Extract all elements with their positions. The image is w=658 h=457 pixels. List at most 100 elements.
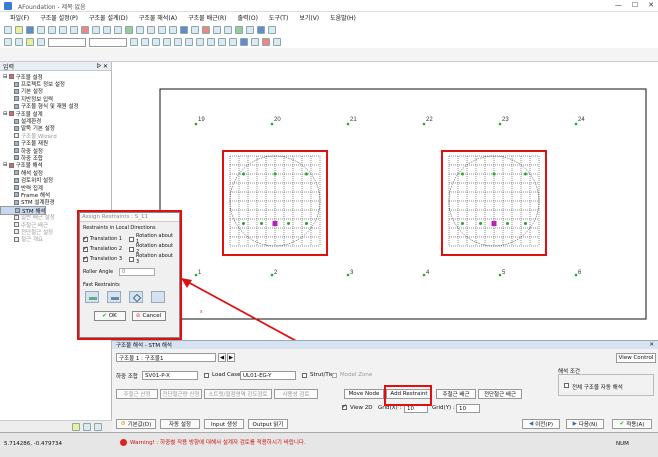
tree-item[interactable]: 검토위치 설정 [0,176,111,184]
default-button[interactable]: ⚙ 기본값(D) [116,419,156,429]
tree-item[interactable]: 하중 설정 [0,147,111,155]
undo-icon[interactable] [92,26,100,34]
rotate-icon[interactable] [180,26,188,34]
tree-item[interactable]: 프로젝트 정보 설정 [0,80,111,88]
open-folder-icon[interactable] [15,26,23,34]
axis-icon[interactable] [262,38,270,46]
menu-item[interactable]: 도구(T) [269,13,288,22]
menu-item[interactable]: 파일(F) [10,13,29,22]
view-2d-checkbox[interactable] [342,403,347,410]
action-button-4[interactable]: 사용성 검토 [274,389,318,399]
pin-icon[interactable]: ᐅ ✕ [96,63,108,70]
cube-icon[interactable] [15,38,23,46]
pan-icon[interactable] [136,26,144,34]
front-view-icon[interactable] [130,38,138,46]
display-icon[interactable] [257,26,265,34]
zoom-icon[interactable] [114,26,122,34]
collapse-icon[interactable]: ⊟ [3,74,8,80]
tree-tab-icon[interactable] [94,423,102,431]
model-view[interactable]: 19 20 21 22 23 241 2 3 4 5 6 x [112,62,658,340]
fit-icon[interactable] [147,26,155,34]
auto-setting-button[interactable]: 자동 설정 [160,419,200,429]
input-generate-button[interactable]: Input 생성 [204,419,244,429]
next-structure-button[interactable]: ▶ [227,353,235,362]
snap-icon[interactable] [224,26,232,34]
load-case-checkbox[interactable] [204,373,209,378]
drawing-canvas[interactable]: 19 20 21 22 23 24 1 2 3 4 5 6 x [112,62,658,340]
strut-tie-checkbox[interactable] [302,373,307,378]
tree-item[interactable]: Frame 해석 [0,191,111,199]
next-button[interactable]: ▶ 다음(N) [566,419,604,429]
menu-item[interactable]: 구조물 설정(P) [40,13,78,22]
list-tab-icon[interactable] [83,423,91,431]
toolbar-dropdown-1[interactable] [48,37,86,47]
model-zone-checkbox[interactable] [332,373,337,378]
left-view-icon[interactable] [196,38,204,46]
paste-icon[interactable] [70,26,78,34]
menu-item[interactable]: 구조물 해석(A) [139,13,177,22]
menu-item[interactable]: 보기(V) [299,13,319,22]
wireframe-icon[interactable] [229,38,237,46]
action-button-5[interactable]: Move Node [344,389,384,399]
copy-icon[interactable] [59,26,67,34]
action-button-2[interactable]: 전단철근량 산정 [160,389,202,399]
delete-icon[interactable] [81,26,89,34]
output-read-button[interactable]: Output 읽기 [248,419,288,429]
render-icon[interactable] [202,26,210,34]
tree-item[interactable]: 해석 설정 [0,169,111,177]
zoom-in-icon[interactable] [158,26,166,34]
auto-analysis-checkbox[interactable] [564,383,569,388]
close-icon[interactable]: ✕ [648,1,654,9]
bottom-view-icon[interactable] [174,38,182,46]
view-3d-icon[interactable] [191,26,199,34]
back-view-icon[interactable] [185,38,193,46]
action-button-7[interactable]: 주철근 배근 [436,389,476,399]
menu-item[interactable]: 구조물 설계(D) [89,13,128,22]
action-button-8[interactable]: 전단철근 배근 [478,389,522,399]
select-icon[interactable] [125,26,133,34]
label-icon[interactable] [273,38,281,46]
iso-view-icon[interactable] [163,38,171,46]
hidden-icon[interactable] [251,38,259,46]
save-icon[interactable] [26,26,34,34]
toolbar-dropdown-2[interactable] [89,37,127,47]
load-combo-select[interactable]: SV01-P-X [142,371,198,380]
close-panel-icon[interactable]: ✕ [649,342,654,348]
redo-icon[interactable] [103,26,111,34]
perspective-icon[interactable] [218,38,226,46]
tree-group[interactable]: ⊟ 구조물 설계 [0,110,111,118]
structure-select[interactable]: 구조물 1 : 구조물1 [116,353,216,362]
tree-item[interactable]: 기본 설정 [0,88,111,95]
grid-y-select[interactable]: 10 [456,404,480,413]
tree-item[interactable]: STM 해석 [0,206,47,216]
tree-item[interactable]: 구조물 Wizard [0,132,111,140]
menu-item[interactable]: 도움말(H) [330,13,356,22]
tree-item[interactable]: 구조물 재원 [0,140,111,147]
print-icon[interactable] [37,26,45,34]
view-control-button[interactable]: View Control [616,353,656,363]
node-icon[interactable] [235,26,243,34]
menu-item[interactable]: 출력(O) [237,13,257,22]
settings-icon[interactable] [37,38,45,46]
minimize-icon[interactable]: — [615,1,622,9]
help-icon[interactable] [268,26,276,34]
previous-button[interactable]: ◀ 이전(P) [522,419,560,429]
prev-structure-button[interactable]: ◀ [218,353,226,362]
action-button-1[interactable]: 주철근 산정 [116,389,158,399]
grid-icon[interactable] [213,26,221,34]
tree-item[interactable]: 반력 집계 [0,184,111,192]
apply-button[interactable]: ✔ 적용(A) [612,419,652,429]
side-view-icon[interactable] [141,38,149,46]
menu-item[interactable]: 구조물 배근(R) [188,13,226,22]
action-button-3[interactable]: 스트럿/절점영역 강도검토 [204,389,272,399]
cut-icon[interactable] [48,26,56,34]
tree-group[interactable]: ⊟ 구조물 해석 [0,162,111,169]
tree-item[interactable]: 설계환경 [0,117,111,125]
shade-icon[interactable] [240,38,248,46]
load-case-select[interactable]: UL01-EG-Y [240,371,296,380]
right-view-icon[interactable] [207,38,215,46]
folder-icon[interactable] [26,38,34,46]
box-icon[interactable] [4,38,12,46]
maximize-icon[interactable]: ☐ [632,1,638,9]
folder-tab-icon[interactable] [72,423,80,431]
